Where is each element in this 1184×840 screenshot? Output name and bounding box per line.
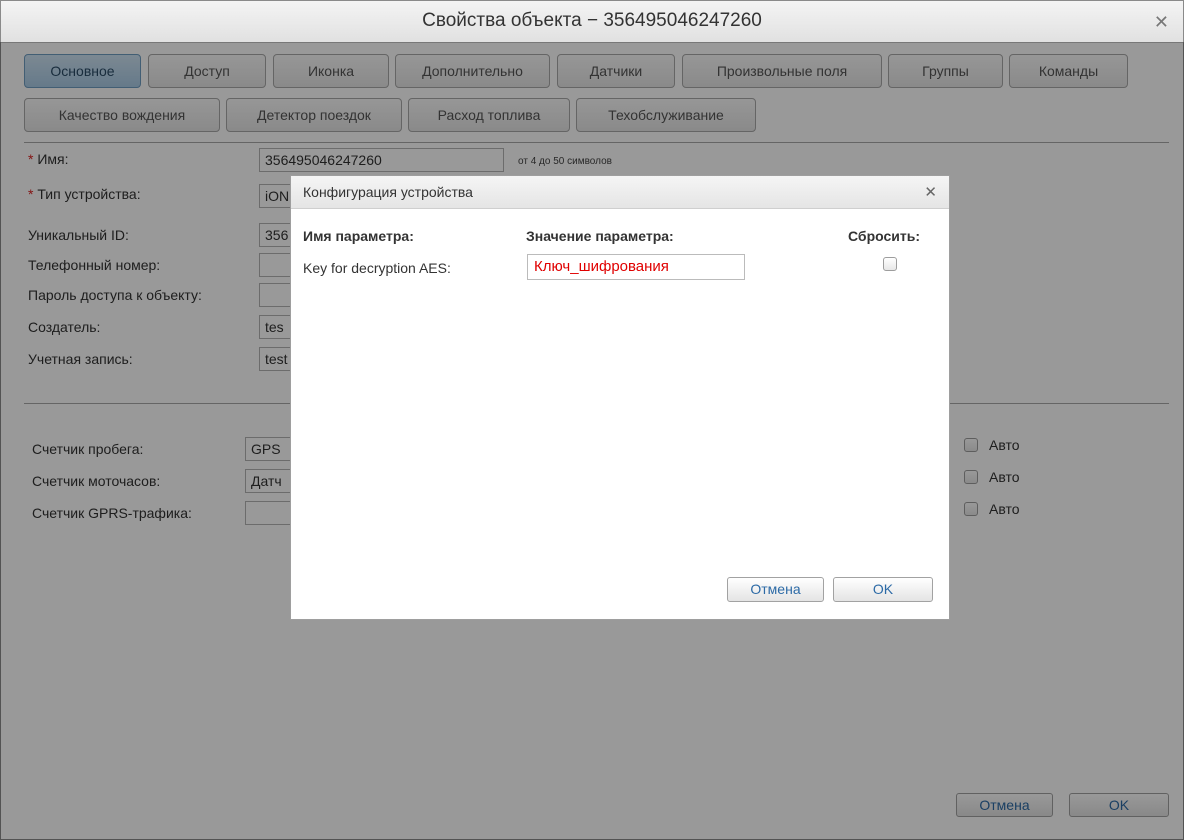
param-reset-header: Сбросить: (848, 228, 921, 244)
param-value-input[interactable]: Ключ_шифрования (527, 254, 745, 280)
dialog-cancel-button[interactable]: Отмена (727, 577, 824, 602)
window-titlebar: Свойства объекта − 356495046247260 ✕ (1, 1, 1183, 43)
dialog-header: Конфигурация устройства ✕ (291, 176, 949, 209)
param-label: Key for decryption AES: (303, 260, 451, 276)
dialog-title: Конфигурация устройства (303, 184, 473, 200)
param-reset-checkbox[interactable] (883, 257, 897, 271)
dialog-ok-button[interactable]: OK (833, 577, 933, 602)
dialog-close-icon[interactable]: ✕ (924, 183, 937, 201)
param-value-header: Значение параметра: (526, 228, 674, 244)
param-name-header: Имя параметра: (303, 228, 414, 244)
close-icon[interactable]: ✕ (1154, 13, 1169, 31)
device-config-dialog: Конфигурация устройства ✕ Имя параметра:… (290, 175, 950, 620)
window-title: Свойства объекта − 356495046247260 (422, 10, 762, 31)
